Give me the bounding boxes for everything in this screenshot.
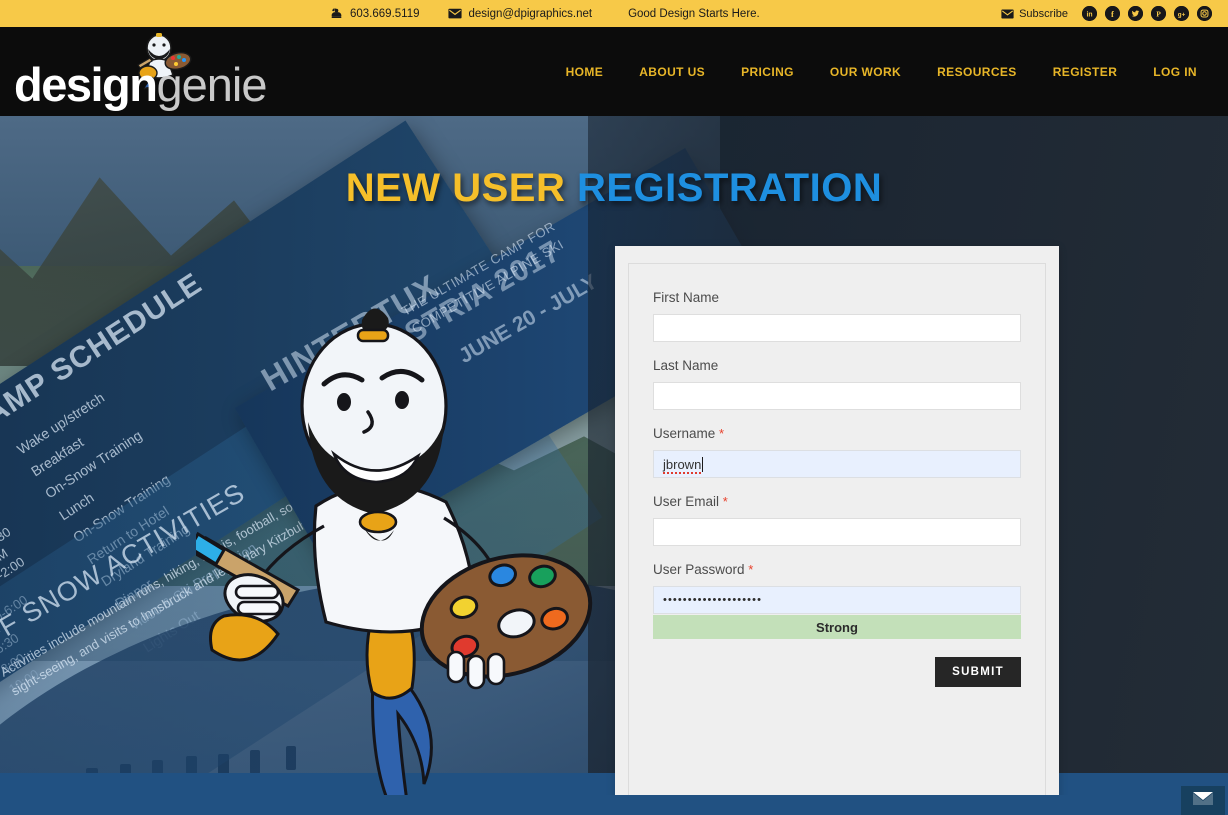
submit-row: SUBMIT [653,657,1021,687]
envelope-icon [1192,790,1214,811]
required-marker: * [722,494,728,509]
user-password-label: User Password * [653,562,754,577]
last-name-label: Last Name [653,358,719,373]
required-marker: * [719,426,725,441]
user-password-value: •••••••••••••••••••• [663,594,763,606]
subscribe-label: Subscribe [1019,7,1068,20]
facebook-icon[interactable]: f [1105,6,1120,21]
instagram-icon[interactable] [1197,6,1212,21]
first-name-label: First Name [653,290,720,305]
email-address: design@dpigraphics.net [468,7,593,20]
page-title-part2: REGISTRATION [576,166,883,210]
registration-form: First Name Last Name Username * jbrown U… [629,264,1045,687]
site-header: designgenie HOME ABOUT US PRICING OUR WO… [0,27,1228,116]
page-title-part1: NEW USER [345,166,566,210]
svg-text:g+: g+ [1178,11,1186,18]
nav-item-log-in[interactable]: LOG IN [1135,65,1212,79]
user-password-input[interactable]: •••••••••••••••••••• [653,586,1021,614]
nav-item-home[interactable]: HOME [548,65,622,79]
logo-secondary: genie [156,58,267,111]
linkedin-icon[interactable]: in [1082,6,1097,21]
svg-text:in: in [1086,11,1092,18]
page-title: NEW USER REGISTRATION [0,168,1228,208]
submit-button[interactable]: SUBMIT [935,657,1021,687]
svg-text:f: f [1111,9,1114,19]
twitter-icon[interactable] [1128,6,1143,21]
last-name-input[interactable] [653,382,1021,410]
phone-contact[interactable]: 603.669.5119 [330,7,420,20]
field-first-name: First Name [653,290,1021,342]
nav-item-our-work[interactable]: OUR WORK [812,65,919,79]
google-plus-icon[interactable]: g+ [1174,6,1189,21]
user-email-label: User Email * [653,494,728,509]
text-cursor [702,456,704,472]
topbar-contact-group: 603.669.5119 design@dpigraphics.net Good… [330,0,760,27]
main-navigation: HOME ABOUT US PRICING OUR WORK RESOURCES… [548,27,1212,116]
top-utility-bar: 603.669.5119 design@dpigraphics.net Good… [0,0,1228,27]
envelope-icon [447,8,462,19]
user-email-input[interactable] [653,518,1021,546]
field-user-password: User Password * •••••••••••••••••••• Str… [653,562,1021,639]
nav-item-pricing[interactable]: PRICING [723,65,812,79]
envelope-icon [1001,9,1014,19]
telephone-icon [330,7,343,20]
logo[interactable]: designgenie [14,33,267,113]
tagline: Good Design Starts Here. [628,7,760,20]
password-strength-indicator: Strong [653,615,1021,639]
registration-panel: First Name Last Name Username * jbrown U… [615,246,1059,815]
nav-item-register[interactable]: REGISTER [1035,65,1136,79]
genie-mascot-illustration [187,286,596,815]
nav-item-resources[interactable]: RESOURCES [919,65,1035,79]
password-strength-label: Strong [816,619,858,635]
contact-tab[interactable] [1181,786,1225,815]
logo-text: designgenie [14,58,267,111]
page-root: 603.669.5119 design@dpigraphics.net Good… [0,0,1228,815]
required-marker: * [748,562,754,577]
topbar-social-group: Subscribe in f P g+ [1001,0,1212,27]
username-value: jbrown [663,456,702,474]
pinterest-icon[interactable]: P [1151,6,1166,21]
field-last-name: Last Name [653,358,1021,410]
username-label: Username * [653,426,725,441]
username-input[interactable]: jbrown [653,450,1021,478]
subscribe-link[interactable]: Subscribe [1001,8,1068,20]
registration-form-box: First Name Last Name Username * jbrown U… [628,263,1046,815]
field-user-email: User Email * [653,494,1021,546]
nav-item-about-us[interactable]: ABOUT US [621,65,723,79]
hero-section: CAMP SCHEDULE Wake up/stretch Breakfast … [0,116,1228,815]
hero-bottom-band-lower [0,795,1228,815]
logo-primary: design [14,58,158,111]
field-username: Username * jbrown [653,426,1021,478]
email-contact[interactable]: design@dpigraphics.net [447,7,593,20]
first-name-input[interactable] [653,314,1021,342]
username-typed-wrapper: jbrown [663,456,704,474]
svg-text:P: P [1156,10,1161,19]
phone-number: 603.669.5119 [350,7,420,20]
